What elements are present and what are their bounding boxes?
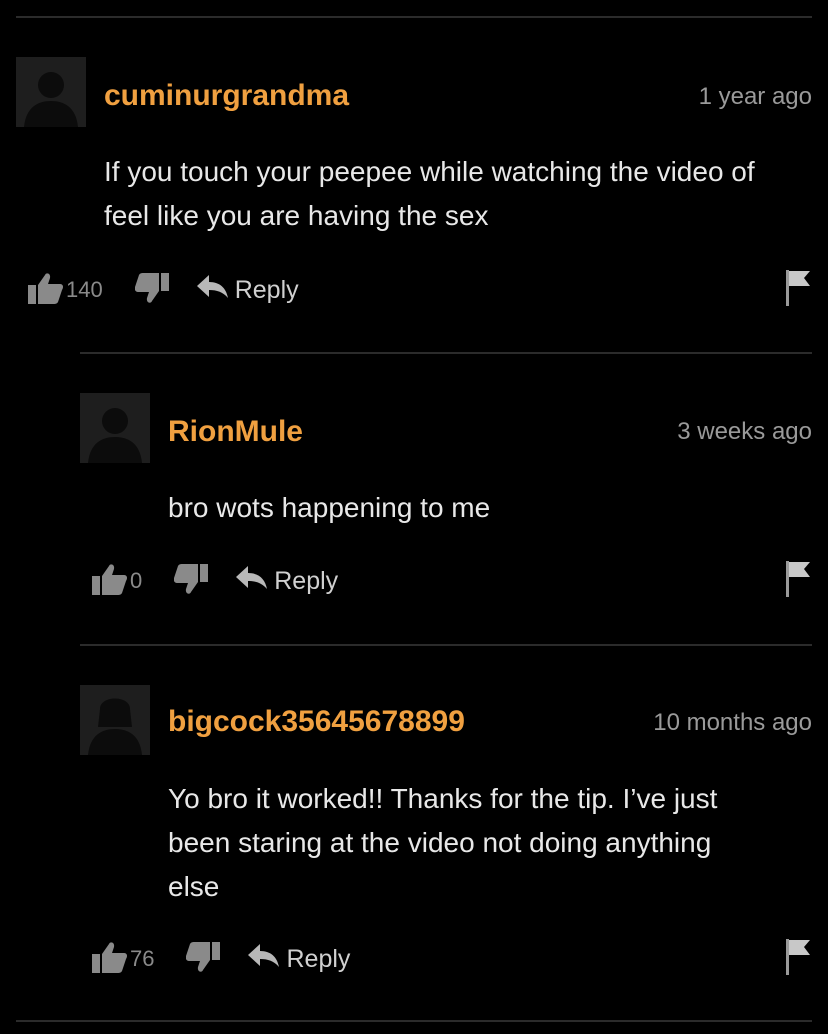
comment-actions: 140 Reply — [28, 270, 812, 310]
comment-username[interactable]: RionMule — [168, 415, 303, 449]
reply-arrow-icon — [248, 943, 286, 975]
reply-button[interactable]: Reply — [236, 565, 339, 597]
comment-timestamp: 3 weeks ago — [677, 418, 812, 445]
like-button[interactable]: 140 — [28, 271, 103, 310]
avatar-placeholder-icon[interactable] — [80, 685, 150, 755]
reply-arrow-icon — [196, 274, 235, 306]
like-button[interactable]: 0 — [92, 562, 142, 601]
like-count: 0 — [130, 568, 143, 593]
dislike-button[interactable] — [186, 941, 221, 978]
flag-icon — [786, 561, 812, 601]
comment-text: bro wots happening to me — [168, 486, 808, 530]
flag-button[interactable] — [786, 561, 812, 602]
comment-1: cuminurgrandma 1 year ago If you touch y… — [16, 57, 812, 317]
comment-text-line: If you touch your peepee while watching … — [104, 156, 755, 187]
comment-timestamp: 1 year ago — [698, 83, 812, 110]
reply-label: Reply — [234, 275, 299, 304]
flag-button[interactable] — [786, 939, 812, 980]
comment-actions: 0 Reply — [92, 561, 812, 601]
comment-3: bigcock35645678899 10 months ago Yo bro … — [80, 685, 812, 995]
flag-icon — [786, 939, 812, 979]
comment-timestamp: 10 months ago — [653, 709, 812, 736]
comment-username[interactable]: cuminurgrandma — [104, 79, 349, 113]
like-button[interactable]: 76 — [92, 940, 154, 979]
comments-page: cuminurgrandma 1 year ago If you touch y… — [0, 0, 828, 1034]
like-count: 76 — [130, 946, 155, 971]
top-divider — [16, 16, 812, 18]
thumbs-down-icon — [186, 941, 221, 978]
reply-button[interactable]: Reply — [248, 943, 351, 975]
comment-text-line: else — [168, 871, 220, 902]
bottom-divider — [16, 1020, 812, 1022]
comment-text: Yo bro it worked!! Thanks for the tip. I… — [168, 777, 808, 909]
avatar-placeholder-icon[interactable] — [16, 57, 86, 127]
reply-label: Reply — [274, 566, 339, 595]
reply-label: Reply — [286, 944, 351, 973]
thumbs-down-icon — [173, 563, 209, 600]
comment-username[interactable]: bigcock35645678899 — [168, 705, 465, 739]
thumbs-up-icon — [92, 562, 128, 601]
comment-text-line: Yo bro it worked!! Thanks for the tip. I… — [168, 783, 718, 814]
comment-2: RionMule 3 weeks ago bro wots happening … — [80, 393, 812, 613]
comment-actions: 76 Reply — [92, 939, 812, 979]
flag-button[interactable] — [786, 270, 812, 311]
thumbs-up-icon — [92, 940, 128, 979]
reply-button[interactable]: Reply — [196, 274, 299, 306]
comment-text-line: bro wots happening to me — [168, 492, 491, 523]
comment-text-line: feel like you are having the sex — [104, 200, 489, 231]
avatar-placeholder-icon[interactable] — [80, 393, 150, 463]
dislike-button[interactable] — [173, 563, 209, 600]
thumbs-down-icon — [134, 272, 169, 309]
flag-icon — [786, 270, 812, 310]
reply-divider — [80, 644, 812, 646]
like-count: 140 — [66, 277, 103, 302]
comment-text-line: been staring at the video not doing anyt… — [168, 827, 712, 858]
reply-divider — [80, 352, 812, 354]
thumbs-up-icon — [28, 271, 64, 310]
dislike-button[interactable] — [134, 272, 169, 309]
reply-arrow-icon — [236, 565, 274, 597]
comment-text: If you touch your peepee while watching … — [104, 150, 814, 238]
